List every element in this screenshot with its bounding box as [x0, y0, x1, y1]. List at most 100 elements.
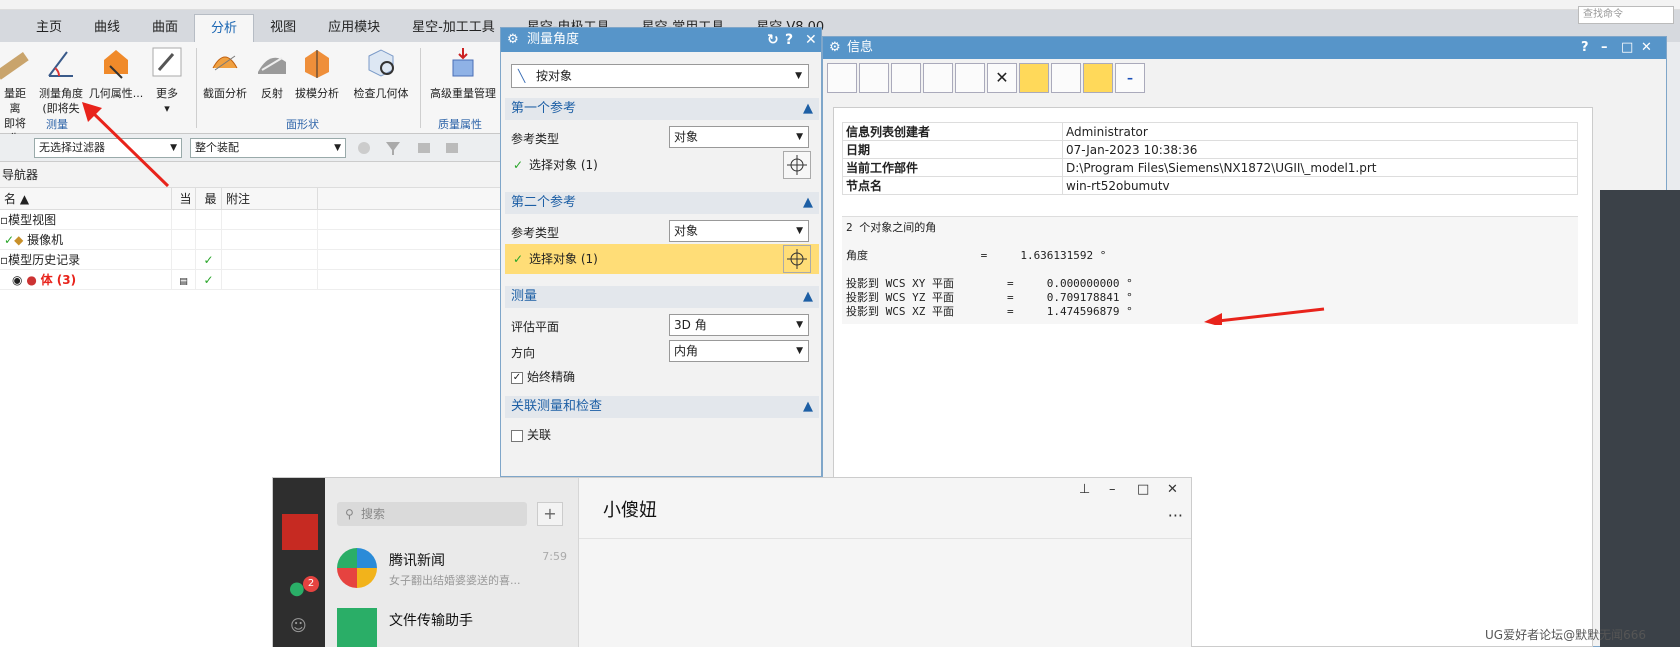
result-line: [846, 263, 1574, 277]
tree-latest: ✓: [196, 270, 222, 289]
reflection-button[interactable]: 反射: [254, 46, 290, 101]
minimize-icon[interactable]: –: [1601, 37, 1608, 59]
section-first-reference[interactable]: 第一个参考 ▲: [505, 98, 819, 120]
col-current-header[interactable]: 当: [172, 188, 196, 209]
crosshair-icon[interactable]: [1019, 63, 1049, 93]
tab-view[interactable]: 视图: [254, 14, 312, 42]
eval-plane-value: 3D 角: [674, 318, 707, 332]
gear-icon[interactable]: ⚙: [507, 28, 519, 52]
check-geometry-button[interactable]: 检查几何体: [350, 46, 412, 101]
maximize-icon[interactable]: □: [1137, 482, 1149, 497]
pin-icon[interactable]: ⊥: [1079, 482, 1090, 497]
maximize-icon[interactable]: □: [1621, 37, 1633, 59]
angle-icon: [48, 51, 73, 77]
paste-icon[interactable]: [955, 63, 985, 93]
crosshair-icon[interactable]: [783, 245, 811, 273]
measure-mode-dropdown[interactable]: ╲ 按对象 ▼: [511, 64, 809, 88]
tencent-news-icon: [337, 548, 377, 588]
collapse-icon: ▲: [803, 399, 813, 414]
tab-xk-machining[interactable]: 星空-加工工具: [396, 14, 511, 42]
command-search-input[interactable]: 查找命令: [1578, 6, 1674, 24]
col-note-header[interactable]: 附注: [222, 188, 318, 209]
cut-icon[interactable]: [891, 63, 921, 93]
tree-row-bodies[interactable]: ◉ ● 体 (3) ▤ ✓: [0, 270, 500, 290]
header-label: 名: [4, 192, 17, 206]
section-measure[interactable]: 测量 ▲: [505, 286, 819, 308]
chat-search-input[interactable]: ⚲ 搜索: [337, 502, 527, 526]
tree-row-model-views[interactable]: ▫模型视图: [0, 210, 500, 230]
tree-row-cameras[interactable]: ✓◆ 摄像机: [0, 230, 500, 250]
selection-filter-bar: 无选择过滤器 ▼ 整个装配 ▼: [0, 134, 500, 162]
search-placeholder: 搜索: [361, 507, 386, 521]
measure-mode-value: 按对象: [536, 69, 573, 83]
always-accurate-checkbox[interactable]: ✓ 始终精确: [511, 368, 575, 385]
wrap-icon[interactable]: [1083, 63, 1113, 93]
collapse-icon[interactable]: –: [1115, 63, 1145, 93]
copy-icon[interactable]: [923, 63, 953, 93]
type-filter-dropdown[interactable]: 无选择过滤器 ▼: [34, 138, 182, 158]
close-icon[interactable]: ✕: [1641, 37, 1652, 59]
advanced-mass-button[interactable]: 高级重量管理: [430, 46, 496, 101]
list-item[interactable]: 腾讯新闻 7:59 女子翻出结婚婆婆送的喜...: [325, 538, 579, 598]
body-icon: ●: [26, 273, 37, 287]
angle-results: 2 个对象之间的角 角度 = 1.636131592 ° 投影到 WCS XY 平面…: [842, 216, 1578, 324]
section-second-reference[interactable]: 第二个参考 ▲: [505, 192, 819, 214]
reflection-icon: [258, 57, 286, 74]
info-titlebar[interactable]: ⚙ 信息 ? – □ ✕: [823, 37, 1666, 59]
print-icon[interactable]: [859, 63, 889, 93]
ref2-type-value: 对象: [674, 224, 699, 238]
type-filter-value: 无选择过滤器: [39, 141, 105, 154]
select-object-1[interactable]: ✓ 选择对象 (1): [505, 150, 819, 180]
tab-home[interactable]: 主页: [20, 14, 78, 42]
chevron-down-icon: ▾: [164, 102, 170, 115]
direction-value: 内角: [674, 344, 699, 358]
help-icon[interactable]: ?: [1581, 37, 1589, 59]
close-icon[interactable]: ✕: [1167, 482, 1178, 497]
minimize-icon[interactable]: –: [1109, 482, 1116, 497]
save-icon[interactable]: [827, 63, 857, 93]
measure-distance-button[interactable]: 量距离 即将失: [0, 46, 30, 146]
ref2-type-dropdown[interactable]: 对象 ▼: [669, 220, 809, 242]
more-button[interactable]: 更多 ▾: [150, 46, 184, 116]
gear-icon[interactable]: ⚙: [829, 37, 841, 59]
value-cell: 07-Jan-2023 10:38:36: [1062, 140, 1578, 159]
ref1-type-dropdown[interactable]: 对象 ▼: [669, 126, 809, 148]
select-object-2[interactable]: ✓ 选择对象 (1): [505, 244, 819, 274]
reset-icon[interactable]: ↻: [767, 28, 779, 52]
find-icon[interactable]: [1051, 63, 1081, 93]
top-strip: [0, 0, 1680, 10]
col-latest-header[interactable]: 最: [196, 188, 222, 209]
tree-note: [222, 210, 318, 229]
section-associative[interactable]: 关联测量和检查 ▲: [505, 396, 819, 418]
watermark: UG爱好者论坛@默默无闻666: [1485, 628, 1646, 642]
more-icon[interactable]: ···: [1168, 506, 1183, 525]
dialog-titlebar[interactable]: ⚙ 测量角度 ↻ ? ✕: [501, 28, 821, 52]
tab-curve[interactable]: 曲线: [78, 14, 136, 42]
avatar[interactable]: [282, 514, 318, 550]
add-chat-button[interactable]: +: [537, 502, 563, 526]
crosshair-icon[interactable]: [783, 151, 811, 179]
list-item[interactable]: 文件传输助手: [325, 598, 579, 647]
tab-analysis[interactable]: 分析: [194, 14, 255, 42]
help-icon[interactable]: ?: [785, 28, 793, 52]
tab-surface[interactable]: 曲面: [136, 14, 194, 42]
tab-application[interactable]: 应用模块: [312, 14, 396, 42]
measure-angle-button[interactable]: 测量角度 (即将失: [36, 46, 86, 116]
tree-current: [172, 210, 196, 229]
close-icon[interactable]: ✕: [805, 28, 817, 52]
tree-row-history[interactable]: ▫模型历史记录 ✓: [0, 250, 500, 270]
assembly-scope-dropdown[interactable]: 整个装配 ▼: [190, 138, 346, 158]
contacts-icon[interactable]: ☺: [290, 616, 307, 635]
dialog-title: 测量角度: [527, 32, 580, 47]
associative-checkbox[interactable]: 关联: [511, 426, 551, 443]
result-line: 2 个对象之间的角: [846, 221, 937, 234]
delete-icon[interactable]: ✕: [987, 63, 1017, 93]
section-analysis-button[interactable]: 截面分析: [200, 46, 250, 101]
eval-plane-dropdown[interactable]: 3D 角 ▼: [669, 314, 809, 336]
filter-tool-icons[interactable]: [356, 140, 476, 156]
eye-icon: ◉: [12, 273, 23, 287]
draft-analysis-button[interactable]: 拔模分析: [292, 46, 342, 101]
col-name-header[interactable]: 名 ▲: [0, 188, 172, 209]
geometry-properties-button[interactable]: 几何属性...: [88, 46, 144, 101]
direction-dropdown[interactable]: 内角 ▼: [669, 340, 809, 362]
